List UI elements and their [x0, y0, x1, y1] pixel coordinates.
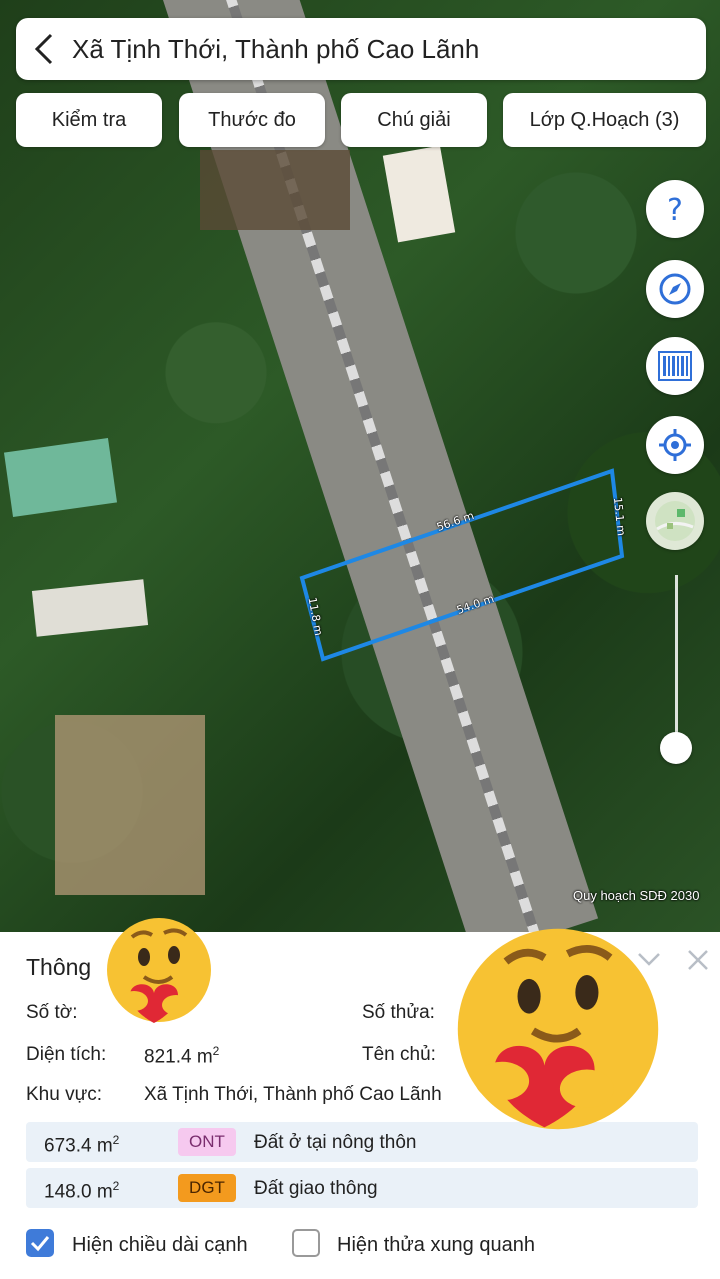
planning-layers-button[interactable]: Lớp Q.Hoạch (3) [503, 93, 706, 147]
location-header[interactable]: Xã Tịnh Thới, Thành phố Cao Lãnh [16, 18, 706, 80]
checkmark-icon [30, 1236, 50, 1252]
close-icon[interactable] [686, 948, 710, 972]
map-thumbnail-icon [655, 501, 695, 541]
planning-watermark: Quy hoạch SDĐ 2030 [573, 888, 700, 903]
chevron-left-icon [34, 33, 53, 65]
compass-button[interactable] [646, 260, 704, 318]
owner-label: Tên chủ: [362, 1044, 436, 1065]
land-use-area: 673.4 m2 [44, 1133, 120, 1157]
barcode-icon [658, 351, 692, 381]
back-button[interactable] [16, 18, 72, 80]
region-value: Xã Tịnh Thới, Thành phố Cao Lãnh [144, 1084, 442, 1105]
help-button[interactable]: ? [646, 180, 704, 238]
show-neighbor-parcels-label[interactable]: Hiện thửa xung quanh [337, 1234, 535, 1257]
area-label: Diện tích: [26, 1044, 107, 1065]
zoom-slider-handle[interactable] [660, 732, 692, 764]
hugging-emoji-sticker-large [457, 928, 659, 1130]
barcode-button[interactable] [646, 337, 704, 395]
show-neighbor-parcels-checkbox[interactable] [292, 1229, 320, 1257]
locate-icon [659, 429, 691, 461]
compass-icon [659, 273, 691, 305]
hugging-emoji-sticker-small [107, 918, 211, 1023]
toolbar: Kiểm tra Thước đo Chú giải Lớp Q.Hoạch (… [16, 93, 706, 147]
sheet-number-label: Số tờ: [26, 1002, 78, 1023]
region-label: Khu vực: [26, 1084, 103, 1105]
svg-text:?: ? [667, 193, 683, 226]
land-use-code-badge: DGT [178, 1174, 236, 1202]
show-edge-length-label[interactable]: Hiện chiều dài cạnh [72, 1234, 248, 1257]
parcel-number-label: Số thửa: [362, 1002, 435, 1023]
map-type-button[interactable] [646, 492, 704, 550]
ruler-button[interactable]: Thước đo [179, 93, 325, 147]
check-button[interactable]: Kiểm tra [16, 93, 162, 147]
area-value: 821.4 m2 [144, 1044, 220, 1068]
show-edge-length-checkbox[interactable] [26, 1229, 54, 1257]
locate-button[interactable] [646, 416, 704, 474]
zoom-slider-track[interactable] [675, 575, 678, 750]
help-icon: ? [667, 193, 683, 226]
land-use-area: 148.0 m2 [44, 1179, 120, 1203]
location-title: Xã Tịnh Thới, Thành phố Cao Lãnh [72, 33, 480, 64]
legend-button[interactable]: Chú giải [341, 93, 487, 147]
land-use-name: Đất giao thông [254, 1178, 378, 1199]
land-use-name: Đất ở tại nông thôn [254, 1132, 417, 1153]
panel-title: Thông [26, 954, 92, 980]
land-use-code-badge: ONT [178, 1128, 236, 1156]
